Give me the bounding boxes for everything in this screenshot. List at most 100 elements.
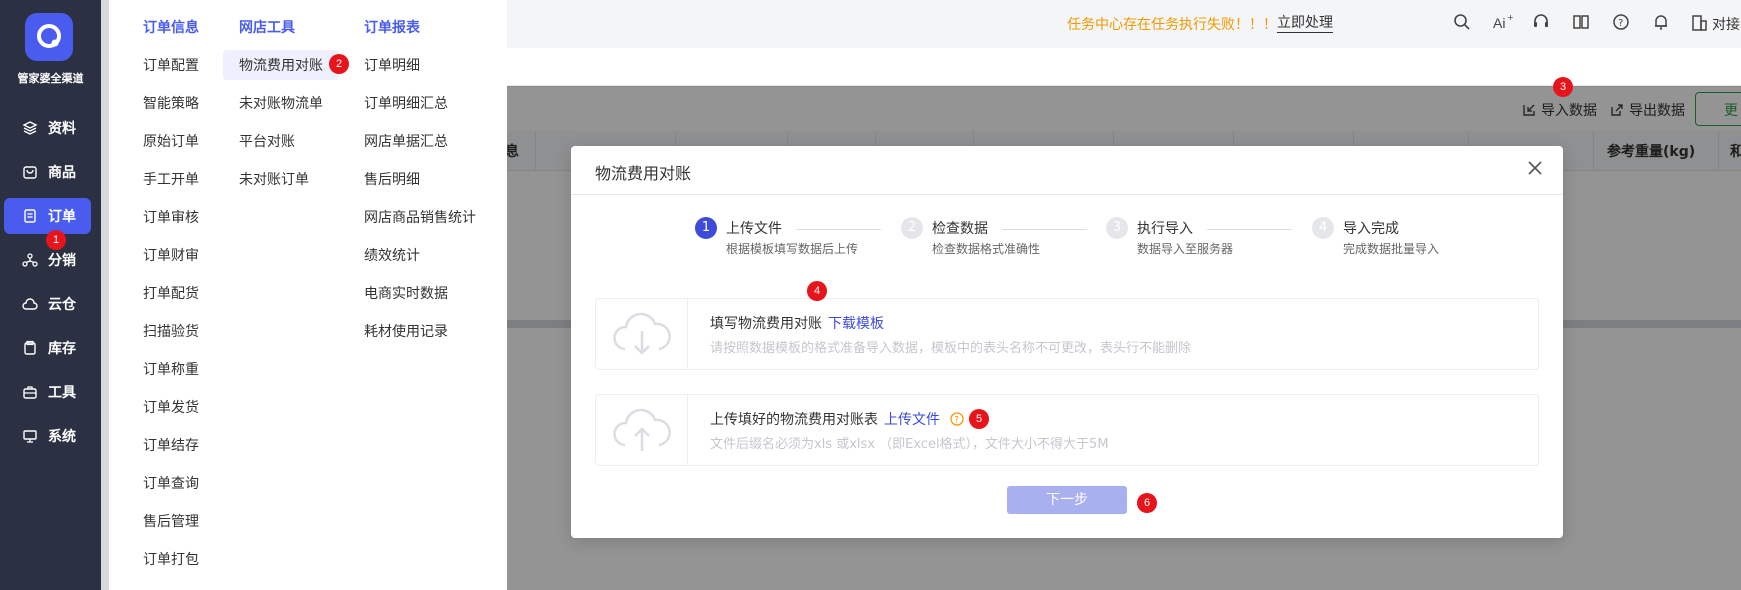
monitor-icon (23, 430, 37, 443)
annotation-badge: 5 (969, 409, 989, 429)
ai-icon[interactable]: Ai + (1492, 13, 1514, 31)
order-doc-icon (24, 209, 36, 223)
menu-item[interactable]: 订单审核 (143, 207, 199, 227)
upload-panel-title: 上传填好的物流费用对账表 上传文件 ? (710, 409, 965, 429)
building-icon (1692, 15, 1707, 31)
sidebar-item-tools[interactable]: 工具 (4, 374, 91, 410)
menu-item[interactable]: 售后明细 (364, 169, 420, 189)
menu-column-title: 订单报表 (364, 20, 420, 36)
sidebar-item-label: 云仓 (48, 297, 76, 313)
upload-panel-hint: 文件后缀名必须为xls 或xlsx （即Excel格式），文件大小不得大于5M (710, 437, 1109, 452)
logistics-reconciliation-dialog: 物流费用对账 1 上传文件 根据模板填写数据后上传 2 检查数据 检查数据格式准… (571, 146, 1563, 538)
layers-icon (22, 121, 38, 135)
sidebar-item-inventory[interactable]: 库存 (4, 330, 91, 366)
panel-icon-cell (596, 395, 688, 465)
task-warning-text: 任务中心存在任务执行失败！！！ (1067, 17, 1277, 33)
app-logo (25, 13, 73, 61)
sidebar-item-label: 系统 (48, 429, 76, 445)
menu-item[interactable]: 绩效统计 (364, 245, 420, 265)
sidebar-item-label: 分销 (48, 253, 76, 269)
step-title: 上传文件 (726, 221, 782, 237)
menu-item[interactable]: 未对账物流单 (239, 93, 323, 113)
menu-item-logistics-reconciliation[interactable]: 物流费用对账 (223, 50, 339, 80)
step-title: 导入完成 (1343, 221, 1399, 237)
help-icon[interactable]: ? (950, 412, 965, 426)
menu-item[interactable]: 网店单据汇总 (364, 131, 448, 151)
app-name: 管家婆全渠道 (17, 72, 84, 85)
upload-file-link[interactable]: 上传文件 (884, 412, 940, 428)
sidebar-item-distribution[interactable]: 分销 (4, 242, 91, 278)
sidebar-item-order[interactable]: 订单 (4, 198, 91, 234)
menu-item[interactable]: 原始订单 (143, 131, 199, 151)
step-title: 检查数据 (932, 221, 988, 237)
menu-item[interactable]: 未对账订单 (239, 169, 309, 189)
menu-item[interactable]: 售后管理 (143, 511, 199, 531)
step-title: 执行导入 (1137, 221, 1193, 237)
header-tail-text[interactable]: 对接 (1712, 14, 1740, 34)
download-template-link[interactable]: 下载模板 (828, 316, 884, 332)
menu-item[interactable]: 订单明细 (364, 55, 420, 75)
dialog-divider (571, 194, 1563, 195)
sidebar-item-label: 工具 (48, 385, 76, 401)
step-desc: 根据模板填写数据后上传 (726, 242, 859, 256)
step-desc: 检查数据格式准确性 (932, 242, 1041, 256)
step-connector (1207, 229, 1292, 230)
cloud-download-icon (612, 312, 671, 355)
sidebar-item-cloud-warehouse[interactable]: 云仓 (4, 286, 91, 322)
annotation-badge: 3 (1553, 77, 1573, 97)
step-number: 4 (1312, 217, 1334, 239)
download-template-panel: 填写物流费用对账 下载模板 请按照数据模板的格式准备导入数据，模板中的表头名称不可… (595, 298, 1539, 370)
annotation-badge: 1 (46, 230, 66, 250)
menu-item[interactable]: 电商实时数据 (364, 283, 448, 303)
step-desc: 数据导入至服务器 (1137, 242, 1234, 256)
svg-text:?: ? (955, 416, 960, 426)
stack-icon (24, 340, 36, 355)
headset-icon[interactable] (1532, 13, 1550, 31)
annotation-badge: 6 (1137, 493, 1157, 513)
menu-item[interactable]: 平台对账 (239, 131, 295, 151)
step-connector (1002, 229, 1087, 230)
menu-column-title: 网店工具 (239, 20, 295, 36)
sidebar-item-data[interactable]: 资料 (4, 110, 91, 146)
bell-icon[interactable] (1652, 13, 1670, 31)
close-icon[interactable] (1527, 160, 1543, 176)
menu-item[interactable]: 订单称重 (143, 359, 199, 379)
menu-item[interactable]: 订单发货 (143, 397, 199, 417)
sidebar-item-system[interactable]: 系统 (4, 418, 91, 454)
upload-panel-title-text: 上传填好的物流费用对账表 (710, 412, 878, 428)
sidebar-item-goods[interactable]: 商品 (4, 154, 91, 190)
download-panel-title-text: 填写物流费用对账 (710, 316, 822, 332)
cloud-icon (22, 298, 38, 310)
next-step-button[interactable]: 下一步 (1007, 486, 1127, 514)
menu-item[interactable]: 智能策略 (143, 93, 199, 113)
upload-file-panel: 上传填好的物流费用对账表 上传文件 ? 文件后缀名必须为xls 或xlsx （即E… (595, 394, 1539, 466)
download-panel-hint: 请按照数据模板的格式准备导入数据，模板中的表头名称不可更改，表头行不能删除 (710, 341, 1192, 356)
svg-text:+: + (1507, 13, 1514, 22)
logo-icon (37, 24, 61, 48)
menu-item[interactable]: 订单打包 (143, 549, 199, 569)
toolbox-icon (23, 386, 37, 399)
step-desc: 完成数据批量导入 (1343, 242, 1440, 256)
step-connector (796, 229, 881, 230)
bag-icon (23, 166, 37, 179)
menu-item[interactable]: 手工开单 (143, 169, 199, 189)
annotation-badge: 4 (807, 281, 827, 301)
menu-item[interactable]: 扫描验货 (143, 321, 199, 341)
menu-item[interactable]: 订单明细汇总 (364, 93, 448, 113)
menu-item[interactable]: 耗材使用记录 (364, 321, 448, 341)
search-icon[interactable] (1453, 13, 1471, 31)
menu-item[interactable]: 订单查询 (143, 473, 199, 493)
dialog-title: 物流费用对账 (595, 164, 692, 183)
handle-now-link[interactable]: 立即处理 (1277, 14, 1333, 33)
panel-icon-cell (596, 299, 688, 369)
menu-item[interactable]: 打单配货 (143, 283, 199, 303)
menu-item[interactable]: 订单配置 (143, 55, 199, 75)
network-icon (22, 253, 38, 267)
sidebar-item-label: 库存 (48, 341, 76, 357)
book-icon[interactable] (1572, 13, 1590, 31)
sidebar: 管家婆全渠道 资料 商品 订单 分销 云仓 库存 工具 系统 (0, 0, 101, 590)
help-icon[interactable]: ? (1612, 13, 1630, 31)
menu-item[interactable]: 订单财审 (143, 245, 199, 265)
menu-item[interactable]: 订单结存 (143, 435, 199, 455)
menu-item[interactable]: 网店商品销售统计 (364, 207, 476, 227)
